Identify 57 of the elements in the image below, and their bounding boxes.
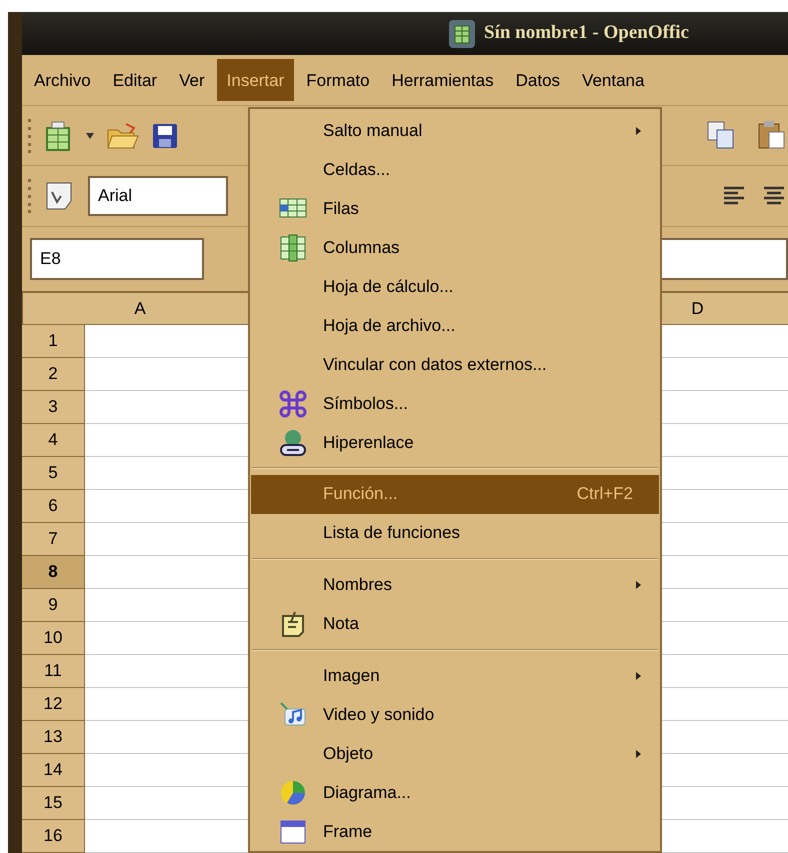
row-header[interactable]: 15 <box>22 786 85 820</box>
menu-item[interactable]: Imagen <box>251 656 659 696</box>
menu-item[interactable]: Herramientas <box>382 59 504 102</box>
row-header[interactable]: 5 <box>22 456 85 490</box>
row-header[interactable]: 12 <box>22 688 85 721</box>
menu-item[interactable]: Filas <box>251 189 659 228</box>
row-header[interactable]: 8 <box>22 556 85 589</box>
row-header[interactable]: 7 <box>22 522 85 556</box>
row-header[interactable]: 9 <box>22 588 85 622</box>
menu-item[interactable]: Ventana <box>572 59 654 102</box>
command-symbol-icon <box>279 390 307 418</box>
menu-item[interactable]: Frame <box>251 812 659 851</box>
row-header[interactable]: 10 <box>22 622 85 655</box>
menu-item[interactable]: Celdas... <box>251 150 659 189</box>
menu-item[interactable]: Hiperenlace <box>251 423 659 462</box>
caret-icon[interactable] <box>86 132 94 138</box>
menu-item[interactable]: Símbolos... <box>251 384 659 423</box>
row-header[interactable]: 13 <box>22 720 85 754</box>
menu-item[interactable]: Lista de funciones <box>251 514 659 553</box>
menu-item[interactable]: Archivo <box>24 59 101 102</box>
pie-chart-icon <box>279 778 307 807</box>
shortcut-label: Ctrl+F2 <box>576 483 634 506</box>
menu-item[interactable]: Función... Ctrl+F2 <box>251 474 659 514</box>
name-box[interactable]: E8 <box>30 238 204 280</box>
row-header[interactable]: 14 <box>22 754 85 787</box>
menu-item[interactable]: Columnas <box>251 228 659 267</box>
folder-icon[interactable] <box>106 122 140 150</box>
note-icon <box>279 610 307 638</box>
window-frame-icon <box>279 818 307 846</box>
menu-item[interactable]: Diagrama... <box>251 773 659 812</box>
globe-link-icon <box>279 428 307 456</box>
menu-item[interactable]: Datos <box>506 59 570 102</box>
row-header[interactable]: 1 <box>22 324 85 358</box>
columns-grid-icon <box>279 234 307 262</box>
menu-item[interactable]: Formato <box>296 59 380 102</box>
menu-item[interactable]: Nombres <box>251 565 659 604</box>
row-header[interactable]: 3 <box>22 390 85 424</box>
row-header[interactable]: 11 <box>22 654 85 688</box>
menu-item[interactable]: Vincular con datos externos... <box>251 345 659 384</box>
toolbar-grip-icon <box>28 178 32 213</box>
font-name-field[interactable]: Arial <box>88 176 228 216</box>
paste-icon[interactable] <box>756 120 786 150</box>
menu-item[interactable]: Insertar <box>216 59 294 102</box>
spreadsheet-icon <box>448 18 476 49</box>
menu-item[interactable]: Objeto <box>251 734 659 774</box>
menu-item[interactable]: Editar <box>102 59 168 102</box>
row-header[interactable]: 2 <box>22 358 85 391</box>
menu-item[interactable]: Nota <box>251 604 659 644</box>
menu-item[interactable]: Video y sonido <box>251 695 659 734</box>
menu-item[interactable]: Ver <box>169 59 215 102</box>
copy-icon[interactable] <box>706 120 736 150</box>
toolbar-grip-icon <box>28 118 32 152</box>
row-header[interactable]: 4 <box>22 424 85 457</box>
row-header[interactable]: 16 <box>22 820 85 853</box>
row-header[interactable]: 6 <box>22 490 85 523</box>
menu-item[interactable]: Salto manual <box>251 111 659 150</box>
window-title: Sín nombre1 - OpenOffic <box>484 21 689 46</box>
